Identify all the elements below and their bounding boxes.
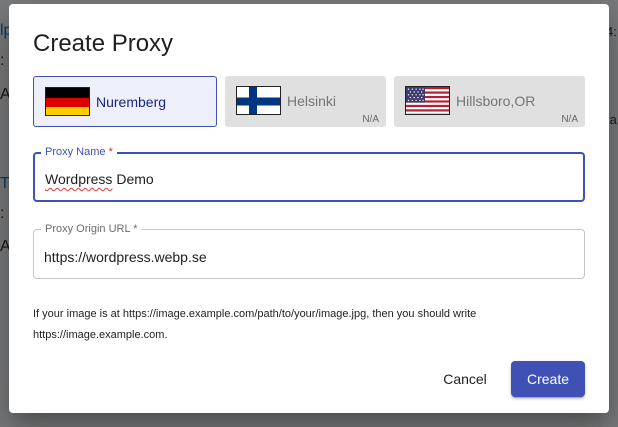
location-status: N/A — [561, 114, 578, 125]
dialog-title: Create Proxy — [33, 30, 174, 57]
location-label: Helsinki — [287, 93, 337, 109]
finland-flag-icon — [236, 86, 281, 115]
germany-flag-icon — [45, 87, 90, 116]
location-label: Hillsboro,OR — [456, 93, 536, 109]
location-status: N/A — [362, 114, 379, 125]
proxy-name-field[interactable]: Proxy Name * Wordpress Demo — [33, 146, 585, 202]
proxy-name-value[interactable]: Wordpress Demo — [45, 171, 154, 187]
usa-flag-icon — [405, 86, 450, 115]
create-proxy-dialog: Create Proxy Nuremberg Helsinki N/A Hill… — [9, 4, 609, 413]
origin-url-label: Proxy Origin URL * — [41, 223, 142, 235]
origin-url-field[interactable]: Proxy Origin URL * https://wordpress.web… — [33, 223, 585, 279]
location-label: Nuremberg — [96, 94, 167, 110]
cancel-button[interactable]: Cancel — [434, 365, 496, 393]
create-button[interactable]: Create — [511, 361, 585, 397]
location-option-helsinki[interactable]: Helsinki N/A — [225, 76, 386, 127]
location-option-nuremberg[interactable]: Nuremberg — [33, 76, 217, 127]
origin-url-value[interactable]: https://wordpress.webp.se — [44, 249, 207, 265]
help-text: If your image is at https://image.exampl… — [33, 308, 477, 341]
proxy-name-label: Proxy Name * — [41, 146, 117, 158]
location-option-hillsboro[interactable]: Hillsboro,OR N/A — [394, 76, 585, 127]
spellcheck-word: Wordpress — [45, 171, 113, 187]
